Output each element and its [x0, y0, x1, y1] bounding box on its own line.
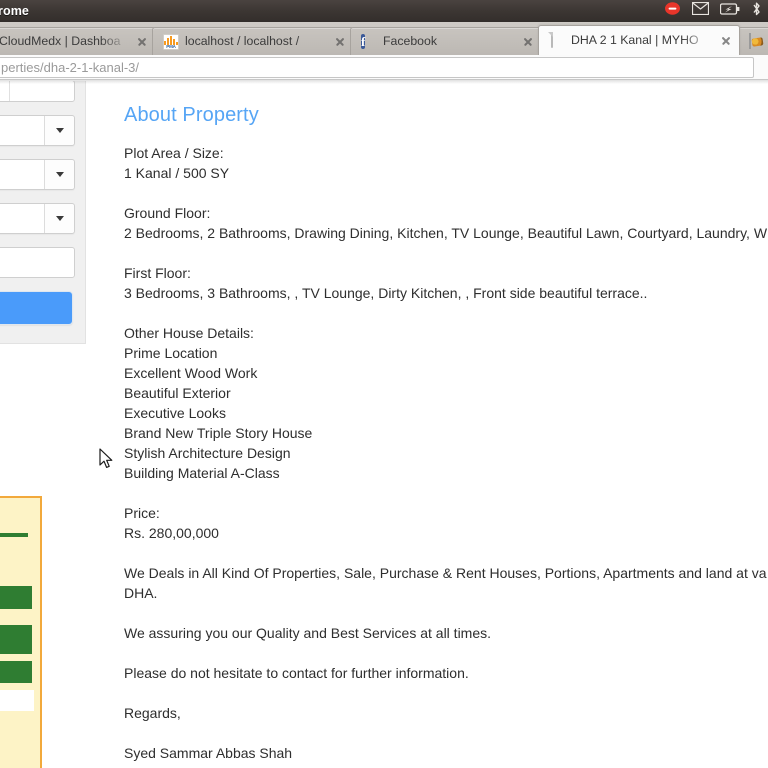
sidebar-text-input[interactable]	[0, 247, 75, 278]
tab-title: DHA 2 1 Kanal | MYHO	[571, 34, 699, 47]
bluetooth-icon[interactable]	[751, 1, 762, 22]
tab-close-icon[interactable]	[333, 35, 347, 49]
text-line: 2 Bedrooms, 2 Bathrooms, Drawing Dining,…	[124, 225, 768, 241]
ad-subtitle-2: DHA	[0, 559, 40, 579]
paragraph-other-house-details: Other House Details: Prime Location Exce…	[124, 323, 768, 483]
paragraph-plot-area: Plot Area / Size: 1 Kanal / 500 SY	[124, 143, 768, 183]
text-line: Price:	[124, 505, 160, 521]
tab-close-icon[interactable]	[135, 35, 149, 49]
sidebar-partial-field[interactable]	[0, 81, 75, 102]
do-not-disturb-icon[interactable]	[664, 0, 681, 22]
ad-divider	[0, 533, 28, 537]
text-line: Regards,	[124, 705, 181, 721]
about-property-section: About Property Plot Area / Size: 1 Kanal…	[124, 103, 768, 768]
text-line: Please do not hesitate to contact for fu…	[124, 665, 469, 681]
ad-chip-2: B	[0, 625, 32, 654]
ad-chip-3: ects	[0, 661, 32, 683]
sidebar-select-3[interactable]	[0, 203, 75, 234]
panel-app-title: rome	[0, 4, 29, 18]
address-bar-text: perties/dha-2-1-kanal-3/	[1, 60, 140, 75]
signature-name: Syed Sammar Abbas Shah	[124, 745, 293, 761]
text-line: Ground Floor:	[124, 205, 211, 221]
address-bar[interactable]: perties/dha-2-1-kanal-3/	[0, 57, 754, 78]
ad-footer: ON	[0, 690, 34, 711]
paragraph-contact: Please do not hesitate to contact for fu…	[124, 663, 768, 683]
tab-title: CloudMedx | Dashboa	[0, 35, 121, 48]
ad-chip-1: ase I	[0, 586, 32, 609]
picture-icon	[749, 32, 765, 50]
text-line: Prime Location	[124, 345, 218, 361]
chevron-down-icon[interactable]	[44, 160, 74, 189]
text-line: Excellent Wood Work	[124, 365, 258, 381]
price-value: Rs. 280,00,000	[124, 525, 219, 541]
text-line: Brand New Triple Story House	[124, 425, 313, 441]
paragraph-first-floor: First Floor: 3 Bedrooms, 3 Bathrooms, , …	[124, 263, 768, 303]
text-input-value[interactable]	[0, 247, 75, 278]
paragraph-price: Price: Rs. 280,00,000	[124, 503, 768, 543]
browser-tab-cloudmedx[interactable]: CloudMedx | Dashboa	[0, 27, 156, 55]
browser-tab-dha-property[interactable]: DHA 2 1 Kanal | MYHO	[538, 25, 740, 55]
tab-close-icon[interactable]	[719, 34, 733, 48]
paragraph-signature: Syed Sammar Abbas Shah C.E.O	[124, 743, 768, 768]
sidebar-select-2[interactable]	[0, 159, 75, 190]
browser-tab-facebook[interactable]: f Facebook	[350, 27, 542, 55]
sidebar-submit-button[interactable]	[0, 291, 73, 325]
ad-title: ATE	[0, 506, 40, 530]
sidebar-select-1[interactable]	[0, 115, 75, 146]
ad-subtitle-1: rchase	[0, 543, 40, 559]
mail-icon[interactable]	[691, 1, 710, 20]
tab-title: localhost / localhost /	[185, 35, 300, 48]
screen: rome CloudMedx | Dashboa PMA localhost /…	[0, 0, 768, 768]
chevron-down-icon[interactable]	[44, 116, 74, 145]
text-line: Other House Details:	[124, 325, 254, 341]
text-line: Building Material A-Class	[124, 465, 280, 481]
tab-title: Facebook	[383, 35, 438, 48]
advertisement-banner[interactable]: ATE rchase DHA ase I B ects ON	[0, 496, 42, 768]
text-line: Beautiful Exterior	[124, 385, 231, 401]
unity-top-panel: rome	[0, 0, 768, 22]
paragraph-quality: We assuring you our Quality and Best Ser…	[124, 623, 768, 643]
paragraph-ground-floor: Ground Floor: 2 Bedrooms, 2 Bathrooms, D…	[124, 203, 768, 243]
system-tray	[664, 0, 768, 22]
text-line: DHA.	[124, 585, 158, 601]
text-line: We assuring you our Quality and Best Ser…	[124, 625, 492, 641]
browser-tab-localhost[interactable]: PMA localhost / localhost /	[152, 27, 354, 55]
chevron-down-icon[interactable]	[44, 204, 74, 233]
paragraph-regards: Regards,	[124, 703, 768, 723]
battery-icon[interactable]	[719, 2, 740, 20]
phpmyadmin-icon: PMA	[163, 33, 179, 50]
section-heading: About Property	[124, 104, 259, 126]
search-filter-sidebar	[0, 81, 86, 344]
browser-tab-partial-right[interactable]: N	[738, 27, 768, 55]
text-line: First Floor:	[124, 265, 191, 281]
text-line: Stylish Architecture Design	[124, 445, 291, 461]
browser-tab-strip: CloudMedx | Dashboa PMA localhost / loca…	[0, 22, 768, 55]
text-line: Plot Area / Size:	[124, 145, 224, 161]
text-line: 1 Kanal / 500 SY	[124, 165, 230, 181]
text-line: 3 Bedrooms, 3 Bathrooms, , TV Lounge, Di…	[124, 285, 648, 301]
paragraph-we-deal: We Deals in All Kind Of Properties, Sale…	[124, 563, 768, 603]
facebook-icon: f	[361, 33, 366, 49]
page-viewport: ATE rchase DHA ase I B ects ON About Pro…	[0, 81, 768, 768]
tab-close-icon[interactable]	[521, 35, 535, 49]
signature-title: C.E.O	[124, 763, 768, 768]
text-line: We Deals in All Kind Of Properties, Sale…	[124, 565, 767, 581]
browser-toolbar: perties/dha-2-1-kanal-3/	[0, 55, 768, 80]
text-line: Executive Looks	[124, 405, 226, 421]
page-document-icon	[549, 31, 565, 49]
